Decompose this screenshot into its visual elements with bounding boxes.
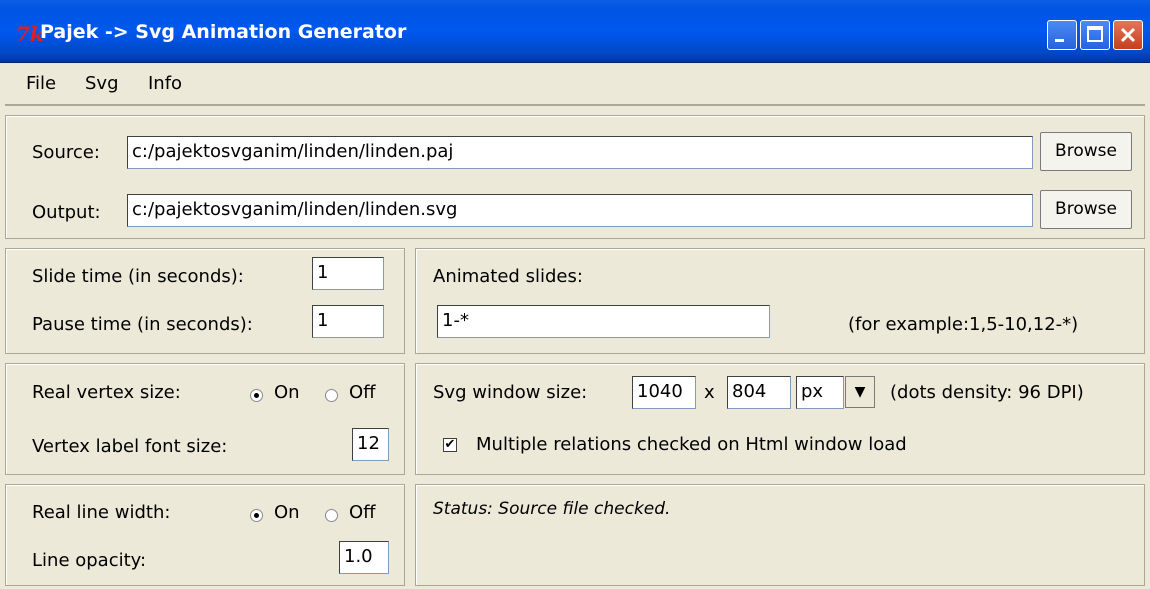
pause-time-input[interactable]: 1 — [312, 305, 384, 338]
close-icon — [1120, 27, 1136, 43]
line-width-off-radio[interactable] — [325, 509, 338, 522]
line-opacity-input[interactable]: 1.0 — [339, 541, 389, 574]
status-group: Status: Source file checked. — [415, 484, 1145, 586]
maximize-button[interactable] — [1080, 20, 1110, 50]
line-group: Real line width: On Off Line opacity: 1.… — [5, 484, 405, 586]
check-icon: ✔ — [444, 437, 456, 452]
minimize-icon — [1055, 39, 1064, 42]
title-bar: 7k Pajek -> Svg Animation Generator — [0, 0, 1150, 63]
window-title: Pajek -> Svg Animation Generator — [40, 21, 407, 43]
source-label: Source: — [32, 142, 100, 163]
line-width-on-radio[interactable] — [250, 509, 263, 522]
menu-svg[interactable]: Svg — [85, 73, 119, 94]
status-text: Status: Source file checked. — [433, 499, 671, 519]
source-browse-button[interactable]: Browse — [1040, 132, 1132, 171]
dots-density-label: (dots density: 96 DPI) — [890, 382, 1084, 403]
menu-bar: File Svg Info — [5, 62, 1145, 106]
output-browse-button[interactable]: Browse — [1040, 190, 1132, 229]
chevron-down-icon: ▼ — [854, 384, 866, 400]
svg-height-input[interactable]: 804 — [727, 376, 791, 409]
line-width-off-label: Off — [349, 502, 376, 523]
output-input[interactable]: c:/pajektosvganim/linden/linden.svg — [127, 194, 1033, 227]
menu-file[interactable]: File — [26, 73, 56, 94]
line-opacity-label: Line opacity: — [32, 550, 147, 571]
real-line-width-label: Real line width: — [32, 502, 171, 523]
vertex-size-off-label: Off — [349, 382, 376, 403]
animated-group: Animated slides: 1-* (for example:1,5-10… — [415, 248, 1145, 354]
maximize-icon — [1087, 26, 1103, 42]
size-separator: x — [704, 382, 715, 403]
vertex-font-size-input[interactable]: 12 — [352, 428, 389, 461]
slide-time-input[interactable]: 1 — [312, 257, 384, 290]
pause-time-label: Pause time (in seconds): — [32, 314, 253, 335]
animated-slides-input[interactable]: 1-* — [437, 305, 770, 338]
slide-time-label: Slide time (in seconds): — [32, 266, 244, 287]
source-input[interactable]: c:/pajektosvganim/linden/linden.paj — [127, 136, 1033, 169]
svg-width-input[interactable]: 1040 — [632, 376, 696, 409]
vertex-size-on-radio[interactable] — [250, 389, 263, 402]
unit-dropdown-button[interactable]: ▼ — [845, 376, 875, 408]
svg-window-group: Svg window size: 1040 x 804 px ▼ (dots d… — [415, 363, 1145, 475]
animated-example-hint: (for example:1,5-10,12-*) — [848, 314, 1079, 335]
files-group: Source: c:/pajektosvganim/linden/linden.… — [5, 115, 1145, 239]
line-width-on-label: On — [274, 502, 300, 523]
svg-window-size-label: Svg window size: — [433, 382, 588, 403]
animated-slides-label: Animated slides: — [433, 266, 583, 287]
real-vertex-size-label: Real vertex size: — [32, 382, 181, 403]
vertex-font-size-label: Vertex label font size: — [32, 436, 228, 457]
vertex-size-on-label: On — [274, 382, 300, 403]
output-label: Output: — [32, 202, 101, 223]
vertex-group: Real vertex size: On Off Vertex label fo… — [5, 363, 405, 475]
multiple-relations-checkbox[interactable]: ✔ — [443, 438, 457, 452]
minimize-button[interactable] — [1047, 20, 1077, 50]
vertex-size-off-radio[interactable] — [325, 389, 338, 402]
multiple-relations-label: Multiple relations checked on Html windo… — [476, 434, 907, 455]
menu-info[interactable]: Info — [148, 73, 182, 94]
timing-group: Slide time (in seconds): 1 Pause time (i… — [5, 248, 405, 354]
close-button[interactable] — [1113, 20, 1143, 50]
unit-select[interactable]: px — [796, 376, 844, 409]
